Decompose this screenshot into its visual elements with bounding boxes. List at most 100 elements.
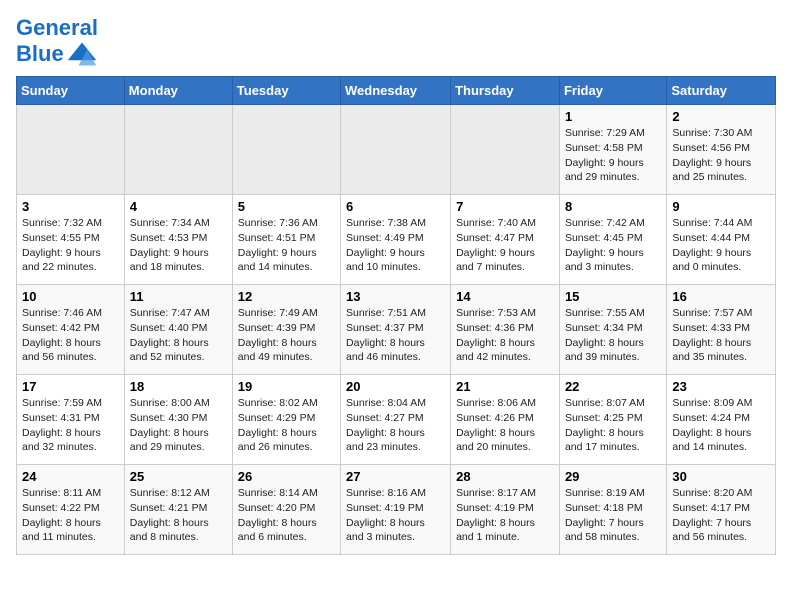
- weekday-header-thursday: Thursday: [451, 77, 560, 105]
- day-number: 16: [672, 289, 770, 304]
- day-info: Sunrise: 7:59 AM Sunset: 4:31 PM Dayligh…: [22, 396, 119, 455]
- day-number: 17: [22, 379, 119, 394]
- day-number: 10: [22, 289, 119, 304]
- calendar-cell: [341, 105, 451, 195]
- calendar-cell: 14 Sunrise: 7:53 AM Sunset: 4:36 PM Dayli…: [451, 285, 560, 375]
- weekday-header-monday: Monday: [124, 77, 232, 105]
- calendar-cell: 20 Sunrise: 8:04 AM Sunset: 4:27 PM Dayli…: [341, 375, 451, 465]
- day-info: Sunrise: 7:49 AM Sunset: 4:39 PM Dayligh…: [238, 306, 335, 365]
- calendar-cell: 4 Sunrise: 7:34 AM Sunset: 4:53 PM Daylig…: [124, 195, 232, 285]
- day-info: Sunrise: 8:17 AM Sunset: 4:19 PM Dayligh…: [456, 486, 554, 545]
- day-info: Sunrise: 7:38 AM Sunset: 4:49 PM Dayligh…: [346, 216, 445, 275]
- calendar-cell: 9 Sunrise: 7:44 AM Sunset: 4:44 PM Daylig…: [667, 195, 776, 285]
- calendar-cell: 1Sunrise: 7:29 AM Sunset: 4:58 PM Daylig…: [559, 105, 666, 195]
- calendar-cell: [17, 105, 125, 195]
- day-number: 26: [238, 469, 335, 484]
- day-info: Sunrise: 8:02 AM Sunset: 4:29 PM Dayligh…: [238, 396, 335, 455]
- day-info: Sunrise: 8:20 AM Sunset: 4:17 PM Dayligh…: [672, 486, 770, 545]
- day-number: 19: [238, 379, 335, 394]
- day-number: 27: [346, 469, 445, 484]
- calendar-cell: 7 Sunrise: 7:40 AM Sunset: 4:47 PM Daylig…: [451, 195, 560, 285]
- day-number: 8: [565, 199, 661, 214]
- day-number: 4: [130, 199, 227, 214]
- day-info: Sunrise: 8:04 AM Sunset: 4:27 PM Dayligh…: [346, 396, 445, 455]
- day-info: Sunrise: 7:40 AM Sunset: 4:47 PM Dayligh…: [456, 216, 554, 275]
- calendar-cell: [451, 105, 560, 195]
- calendar-table: SundayMondayTuesdayWednesdayThursdayFrid…: [16, 76, 776, 555]
- weekday-header-friday: Friday: [559, 77, 666, 105]
- calendar-cell: 24 Sunrise: 8:11 AM Sunset: 4:22 PM Dayli…: [17, 465, 125, 555]
- weekday-header-sunday: Sunday: [17, 77, 125, 105]
- logo-icon: [66, 40, 98, 68]
- day-info: Sunrise: 8:11 AM Sunset: 4:22 PM Dayligh…: [22, 486, 119, 545]
- calendar-cell: 28 Sunrise: 8:17 AM Sunset: 4:19 PM Dayli…: [451, 465, 560, 555]
- day-info: Sunrise: 7:42 AM Sunset: 4:45 PM Dayligh…: [565, 216, 661, 275]
- logo: General Blue: [16, 16, 98, 68]
- calendar-cell: 25 Sunrise: 8:12 AM Sunset: 4:21 PM Dayli…: [124, 465, 232, 555]
- day-number: 18: [130, 379, 227, 394]
- day-number: 9: [672, 199, 770, 214]
- day-number: 20: [346, 379, 445, 394]
- day-info: Sunrise: 7:51 AM Sunset: 4:37 PM Dayligh…: [346, 306, 445, 365]
- day-info: Sunrise: 8:07 AM Sunset: 4:25 PM Dayligh…: [565, 396, 661, 455]
- day-number: 23: [672, 379, 770, 394]
- day-number: 1: [565, 109, 661, 124]
- day-number: 24: [22, 469, 119, 484]
- day-number: 28: [456, 469, 554, 484]
- day-number: 6: [346, 199, 445, 214]
- day-number: 11: [130, 289, 227, 304]
- calendar-cell: 5Sunrise: 7:36 AM Sunset: 4:51 PM Daylig…: [232, 195, 340, 285]
- day-info: Sunrise: 8:16 AM Sunset: 4:19 PM Dayligh…: [346, 486, 445, 545]
- day-info: Sunrise: 8:06 AM Sunset: 4:26 PM Dayligh…: [456, 396, 554, 455]
- calendar-cell: 19 Sunrise: 8:02 AM Sunset: 4:29 PM Dayli…: [232, 375, 340, 465]
- calendar-cell: 15 Sunrise: 7:55 AM Sunset: 4:34 PM Dayli…: [559, 285, 666, 375]
- day-info: Sunrise: 7:55 AM Sunset: 4:34 PM Dayligh…: [565, 306, 661, 365]
- day-info: Sunrise: 8:14 AM Sunset: 4:20 PM Dayligh…: [238, 486, 335, 545]
- calendar-cell: 8 Sunrise: 7:42 AM Sunset: 4:45 PM Daylig…: [559, 195, 666, 285]
- calendar-cell: 13 Sunrise: 7:51 AM Sunset: 4:37 PM Dayli…: [341, 285, 451, 375]
- calendar-cell: 29 Sunrise: 8:19 AM Sunset: 4:18 PM Dayli…: [559, 465, 666, 555]
- weekday-header-tuesday: Tuesday: [232, 77, 340, 105]
- day-info: Sunrise: 7:44 AM Sunset: 4:44 PM Dayligh…: [672, 216, 770, 275]
- day-number: 22: [565, 379, 661, 394]
- calendar-cell: 21 Sunrise: 8:06 AM Sunset: 4:26 PM Dayli…: [451, 375, 560, 465]
- calendar-cell: 18 Sunrise: 8:00 AM Sunset: 4:30 PM Dayli…: [124, 375, 232, 465]
- day-number: 13: [346, 289, 445, 304]
- day-info: Sunrise: 7:47 AM Sunset: 4:40 PM Dayligh…: [130, 306, 227, 365]
- day-number: 7: [456, 199, 554, 214]
- day-number: 29: [565, 469, 661, 484]
- day-number: 30: [672, 469, 770, 484]
- day-number: 15: [565, 289, 661, 304]
- day-info: Sunrise: 7:32 AM Sunset: 4:55 PM Dayligh…: [22, 216, 119, 275]
- day-number: 21: [456, 379, 554, 394]
- weekday-header-wednesday: Wednesday: [341, 77, 451, 105]
- day-info: Sunrise: 8:09 AM Sunset: 4:24 PM Dayligh…: [672, 396, 770, 455]
- day-number: 2: [672, 109, 770, 124]
- calendar-cell: 12 Sunrise: 7:49 AM Sunset: 4:39 PM Dayli…: [232, 285, 340, 375]
- calendar-cell: 22 Sunrise: 8:07 AM Sunset: 4:25 PM Dayli…: [559, 375, 666, 465]
- calendar-cell: 27 Sunrise: 8:16 AM Sunset: 4:19 PM Dayli…: [341, 465, 451, 555]
- calendar-cell: [124, 105, 232, 195]
- weekday-header-saturday: Saturday: [667, 77, 776, 105]
- day-number: 25: [130, 469, 227, 484]
- calendar-cell: 2 Sunrise: 7:30 AM Sunset: 4:56 PM Daylig…: [667, 105, 776, 195]
- day-info: Sunrise: 8:12 AM Sunset: 4:21 PM Dayligh…: [130, 486, 227, 545]
- day-info: Sunrise: 8:19 AM Sunset: 4:18 PM Dayligh…: [565, 486, 661, 545]
- day-info: Sunrise: 7:30 AM Sunset: 4:56 PM Dayligh…: [672, 126, 770, 185]
- day-info: Sunrise: 8:00 AM Sunset: 4:30 PM Dayligh…: [130, 396, 227, 455]
- calendar-cell: 30 Sunrise: 8:20 AM Sunset: 4:17 PM Dayli…: [667, 465, 776, 555]
- calendar-cell: 10 Sunrise: 7:46 AM Sunset: 4:42 PM Dayli…: [17, 285, 125, 375]
- calendar-cell: 26 Sunrise: 8:14 AM Sunset: 4:20 PM Dayli…: [232, 465, 340, 555]
- day-number: 12: [238, 289, 335, 304]
- calendar-cell: [232, 105, 340, 195]
- calendar-cell: 3Sunrise: 7:32 AM Sunset: 4:55 PM Daylig…: [17, 195, 125, 285]
- calendar-cell: 23 Sunrise: 8:09 AM Sunset: 4:24 PM Dayli…: [667, 375, 776, 465]
- day-number: 14: [456, 289, 554, 304]
- day-info: Sunrise: 7:53 AM Sunset: 4:36 PM Dayligh…: [456, 306, 554, 365]
- day-info: Sunrise: 7:46 AM Sunset: 4:42 PM Dayligh…: [22, 306, 119, 365]
- calendar-cell: 11 Sunrise: 7:47 AM Sunset: 4:40 PM Dayli…: [124, 285, 232, 375]
- calendar-cell: 6 Sunrise: 7:38 AM Sunset: 4:49 PM Daylig…: [341, 195, 451, 285]
- day-info: Sunrise: 7:57 AM Sunset: 4:33 PM Dayligh…: [672, 306, 770, 365]
- day-number: 5: [238, 199, 335, 214]
- day-info: Sunrise: 7:34 AM Sunset: 4:53 PM Dayligh…: [130, 216, 227, 275]
